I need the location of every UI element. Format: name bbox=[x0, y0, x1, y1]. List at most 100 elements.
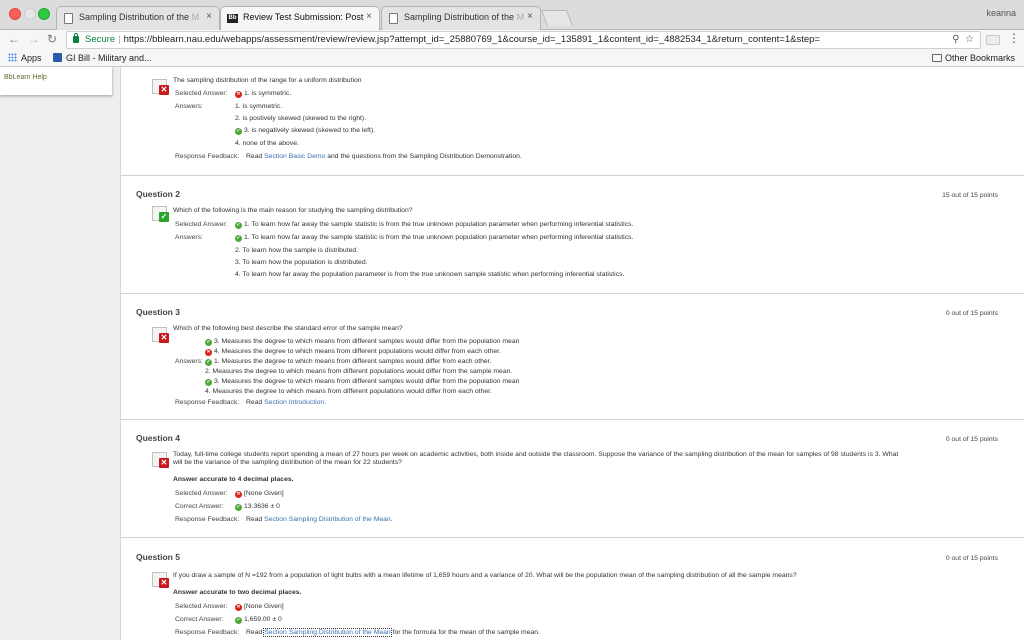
url-text: https://bblearn.nau.edu/webapps/assessme… bbox=[123, 34, 820, 45]
answers-label: Answers: bbox=[175, 358, 203, 365]
feedback-text: Read bbox=[246, 516, 265, 523]
feedback-label: Response Feedback: bbox=[175, 516, 240, 523]
response-feedback: Read Section Basic Demo and the question… bbox=[246, 153, 522, 160]
selected-answer: ✓ 1. To learn how far away the sample sta… bbox=[235, 221, 633, 229]
close-tab-icon[interactable]: × bbox=[206, 11, 212, 22]
selected-answer: ✕ 1. is symmetric. bbox=[235, 90, 291, 98]
question-status: ✕ bbox=[152, 79, 169, 95]
incorrect-icon: ✕ bbox=[159, 458, 169, 468]
question-status: ✕ bbox=[152, 452, 169, 468]
reload-icon[interactable]: ↻ bbox=[47, 32, 57, 46]
maximize-window-button[interactable] bbox=[38, 8, 50, 20]
accuracy-instruction: Answer accurate to 4 decimal places. bbox=[173, 476, 294, 483]
feedback-link[interactable]: Section Sampling Distribution of the Mea… bbox=[263, 628, 392, 637]
bookmark-label: Apps bbox=[21, 53, 42, 63]
selected-answer-text: 1. To learn how far away the sample stat… bbox=[244, 221, 634, 228]
selected-answer-incorrect: ✕ 4. Measures the degree to which means f… bbox=[205, 348, 501, 356]
selected-answer: ✕ [None Given] bbox=[235, 603, 284, 611]
extension-icon[interactable] bbox=[986, 35, 1000, 45]
correct-check-icon: ✓ bbox=[235, 222, 242, 229]
tab-sampling-distribution-2[interactable]: Sampling Distribution of the M × bbox=[381, 6, 541, 30]
incorrect-icon: ✕ bbox=[235, 604, 242, 611]
question-divider bbox=[121, 537, 1024, 538]
correct-answer-label: Correct Answer: bbox=[175, 616, 224, 623]
selected-answer-text: 4. Measures the degree to which means fr… bbox=[214, 348, 501, 355]
correct-answer: ✓ 13.3636 ± 0 bbox=[235, 503, 280, 511]
feedback-link[interactable]: Section Basic Demo bbox=[264, 153, 325, 160]
feedback-text: Read bbox=[246, 153, 265, 160]
correct-check-icon: ✓ bbox=[235, 235, 242, 242]
answer-text: 3. is negatively skewed (skewed to the l… bbox=[244, 127, 376, 134]
selected-answer-label: Selected Answer: bbox=[175, 603, 228, 610]
tab-label-fade: M bbox=[189, 12, 200, 22]
selected-answer-label: Selected Answer: bbox=[175, 490, 228, 497]
question-status: ✕ bbox=[152, 572, 169, 588]
question-prompt-line-2: will be the variance of the sampling dis… bbox=[173, 459, 402, 466]
selected-answer-label: Selected Answer: bbox=[175, 90, 228, 97]
question-prompt: If you draw a sample of N =192 from a po… bbox=[173, 572, 797, 579]
question-title: Question 3 bbox=[136, 307, 180, 317]
bookmark-apps[interactable]: Apps bbox=[8, 53, 42, 63]
answer-text: 1. Measures the degree to which means fr… bbox=[214, 358, 492, 365]
feedback-text: for the formula for the mean of the samp… bbox=[390, 629, 540, 636]
selected-answer-label: Selected Answer: bbox=[175, 221, 228, 228]
question-prompt: Which of the following best describe the… bbox=[173, 325, 403, 332]
feedback-text: Read bbox=[246, 629, 265, 636]
correct-check-icon: ✓ bbox=[205, 379, 212, 386]
feedback-text: . bbox=[390, 516, 393, 523]
accuracy-instruction: Answer accurate to two decimal places. bbox=[173, 589, 302, 596]
new-tab-button[interactable] bbox=[541, 10, 573, 26]
selected-answer-text: [None Given] bbox=[244, 490, 284, 497]
question-prompt: The sampling distribution of the range f… bbox=[173, 77, 362, 84]
feedback-text: Read bbox=[246, 399, 265, 406]
browser-menu-icon[interactable]: ⋮ bbox=[1008, 31, 1020, 45]
question-divider bbox=[121, 293, 1024, 294]
document-icon bbox=[64, 13, 73, 24]
minimize-window-button[interactable] bbox=[24, 8, 36, 20]
address-bar[interactable]: Secure | https://bblearn.nau.edu/webapps/a… bbox=[66, 31, 981, 49]
answer-option: 2. Measures the degree to which means fr… bbox=[205, 368, 513, 375]
correct-check-icon: ✓ bbox=[205, 339, 212, 346]
incorrect-icon: ✕ bbox=[235, 91, 242, 98]
selected-answer: ✕ [None Given] bbox=[235, 490, 284, 498]
tab-review-test-submission[interactable]: Bb Review Test Submission: Post × bbox=[220, 6, 380, 30]
tab-sampling-distribution-1[interactable]: Sampling Distribution of the M × bbox=[56, 6, 220, 30]
incorrect-icon: ✕ bbox=[205, 349, 212, 356]
answers-label: Answers: bbox=[175, 234, 203, 241]
folder-icon bbox=[932, 54, 942, 62]
incorrect-icon: ✕ bbox=[235, 491, 242, 498]
answer-option-correct: ✓ 1. Measures the degree to which means f… bbox=[205, 358, 491, 366]
gi-bill-icon bbox=[53, 53, 62, 62]
answer-option: 2. To learn how the sample is distribute… bbox=[235, 247, 359, 254]
forward-arrow-icon[interactable]: → bbox=[28, 32, 40, 46]
bookmark-other[interactable]: Other Bookmarks bbox=[932, 53, 1015, 63]
incorrect-icon: ✕ bbox=[159, 85, 169, 95]
feedback-label: Response Feedback: bbox=[175, 629, 240, 636]
question-status: ✕ bbox=[152, 327, 169, 343]
bookmark-label: GI Bill - Military and... bbox=[66, 53, 152, 63]
close-window-button[interactable] bbox=[9, 8, 21, 20]
close-tab-icon[interactable]: × bbox=[366, 11, 372, 22]
course-menu-panel: BbLearn Help bbox=[0, 67, 112, 95]
question-status: ✓ bbox=[152, 206, 169, 222]
bookmark-star-icon[interactable]: ☆ bbox=[965, 34, 974, 45]
feedback-link[interactable]: Section Sampling Distribution of the Mea… bbox=[264, 516, 391, 523]
profile-name[interactable]: keanna bbox=[986, 8, 1016, 18]
question-points: 0 out of 15 points bbox=[945, 310, 998, 317]
selected-answer-text: [None Given] bbox=[244, 603, 284, 610]
zoom-search-icon[interactable]: ⚲ bbox=[952, 34, 959, 45]
bookmark-gi-bill[interactable]: GI Bill - Military and... bbox=[53, 53, 152, 63]
feedback-label: Response Feedback: bbox=[175, 153, 240, 160]
close-tab-icon[interactable]: × bbox=[527, 11, 533, 22]
feedback-link[interactable]: Section Introduction bbox=[264, 399, 324, 406]
document-icon bbox=[389, 13, 398, 24]
correct-answer: ✓ 1,659.00 ± 0 bbox=[235, 616, 282, 624]
feedback-text: and the questions from the Sampling Dist… bbox=[325, 153, 522, 160]
bblearn-help-link[interactable]: BbLearn Help bbox=[4, 74, 47, 81]
incorrect-icon: ✕ bbox=[159, 578, 169, 588]
page-viewport: BbLearn Help ✕ The sampling distribution… bbox=[0, 67, 1024, 640]
question-prompt-line-1: Today, full-time college students report… bbox=[173, 451, 899, 458]
correct-answer-text: 1,659.00 ± 0 bbox=[244, 616, 282, 623]
tab-label-fade: M bbox=[514, 12, 525, 22]
back-arrow-icon[interactable]: ← bbox=[8, 32, 20, 46]
